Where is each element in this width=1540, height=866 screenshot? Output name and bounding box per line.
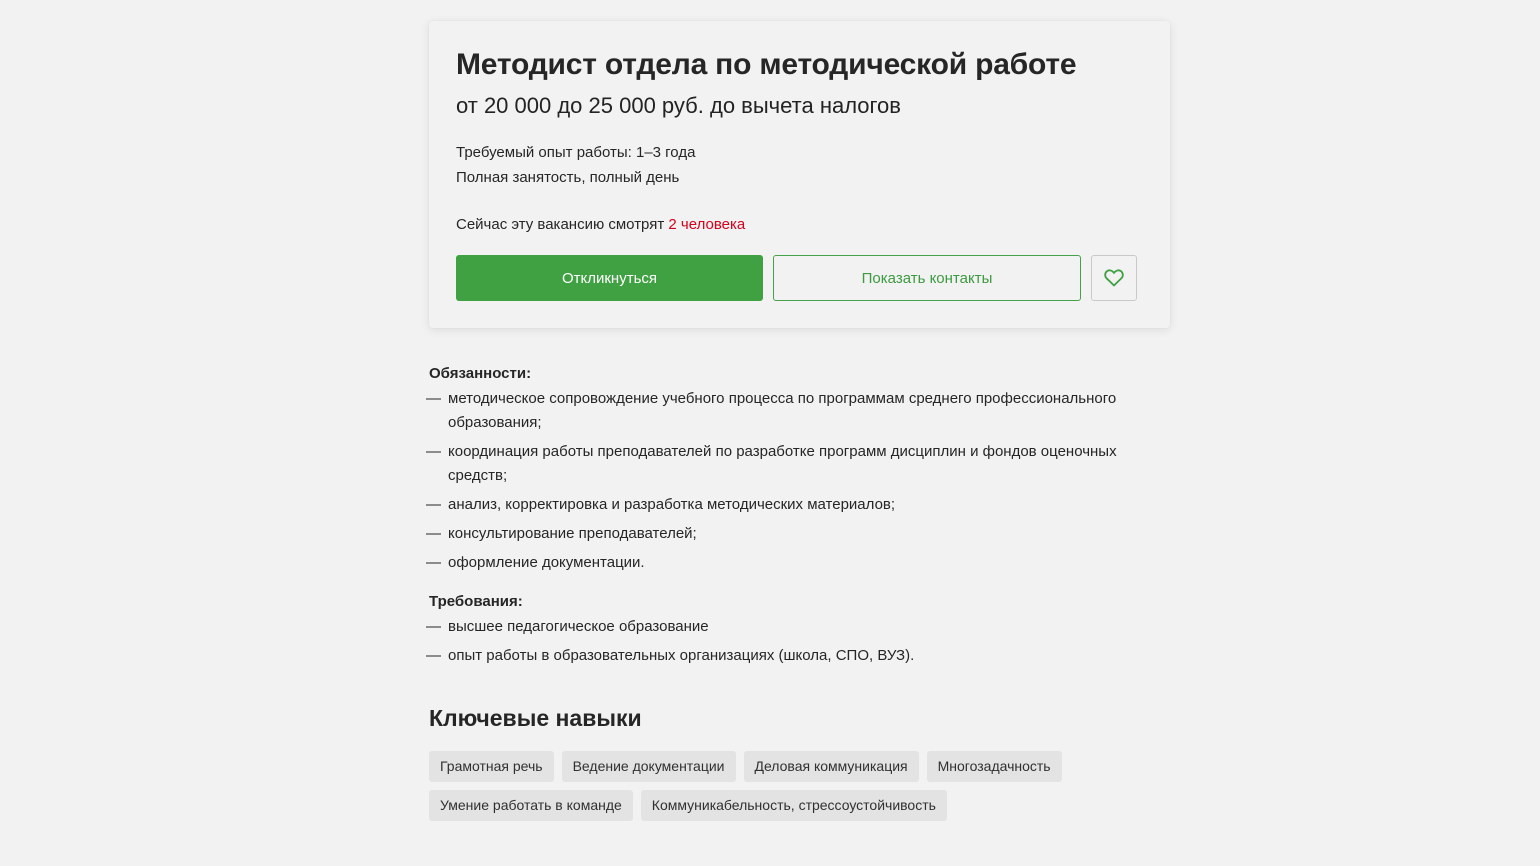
dash-bullet: — xyxy=(426,554,441,571)
skill-tag: Ведение документации xyxy=(561,751,736,782)
vacancy-meta: Требуемый опыт работы: 1–3 года Полная з… xyxy=(456,140,1143,190)
responsibilities-list: — методическое сопровождение учебного про… xyxy=(426,387,1149,575)
list-item: — методическое сопровождение учебного про… xyxy=(426,387,1149,435)
watching-prefix: Сейчас эту вакансию смотрят xyxy=(456,216,669,233)
list-item-text: координация работы преподавателей по раз… xyxy=(448,443,1117,484)
list-item: — консультирование преподавателей; xyxy=(426,522,1149,546)
list-item-text: анализ, корректировка и разработка метод… xyxy=(448,496,896,513)
dash-bullet: — xyxy=(426,496,441,513)
list-item: — координация работы преподавателей по ра… xyxy=(426,440,1149,488)
vacancy-page: Методист отдела по методической работе о… xyxy=(0,0,1540,866)
list-item-text: оформление документации. xyxy=(448,554,645,571)
watching-count: 2 человека xyxy=(668,216,746,233)
vacancy-actions: Откликнуться Показать контакты xyxy=(456,255,1137,301)
requirements-list: — высшее педагогическое образование — опыт… xyxy=(426,615,1149,668)
skill-tag: Многозадачность xyxy=(926,751,1062,782)
list-item: — анализ, корректировка и разработка мето… xyxy=(426,493,1149,517)
responsibilities-heading: Обязанности: xyxy=(429,365,532,382)
dash-bullet: — xyxy=(426,390,441,407)
vacancy-header-card: Методист отдела по методической работе о… xyxy=(429,21,1170,328)
list-item-text: высшее педагогическое образование xyxy=(448,618,709,635)
list-item: — высшее педагогическое образование xyxy=(426,615,1149,639)
list-item-text: консультирование преподавателей; xyxy=(448,525,697,542)
list-item: — опыт работы в образовательных организац… xyxy=(426,644,1149,668)
respond-button[interactable]: Откликнуться xyxy=(456,255,763,301)
requirements-heading: Требования: xyxy=(429,593,523,610)
vacancy-description: Обязанности: — методическое сопровождение… xyxy=(426,363,1149,673)
list-item: — оформление документации. xyxy=(426,551,1149,575)
skill-tag: Грамотная речь xyxy=(429,751,554,782)
watching-now: Сейчас эту вакансию смотрят 2 человека xyxy=(456,215,1143,235)
dash-bullet: — xyxy=(426,647,441,664)
salary: от 20 000 до 25 000 руб. до вычета налог… xyxy=(456,93,901,118)
heart-icon xyxy=(1104,269,1124,287)
employment-type: Полная занятость, полный день xyxy=(456,169,680,186)
skill-tag: Деловая коммуникация xyxy=(743,751,919,782)
list-item-text: методическое сопровождение учебного проц… xyxy=(448,390,1117,431)
list-item-text: опыт работы в образовательных организаци… xyxy=(448,647,915,664)
dash-bullet: — xyxy=(426,443,441,460)
experience-requirement: Требуемый опыт работы: 1–3 года xyxy=(456,144,696,161)
key-skills-title: Ключевые навыки xyxy=(429,705,642,731)
vacancy-title: Методист отдела по методической работе xyxy=(456,48,1077,81)
dash-bullet: — xyxy=(426,525,441,542)
show-contacts-button[interactable]: Показать контакты xyxy=(773,255,1081,301)
skill-tag: Умение работать в команде xyxy=(429,790,633,821)
favorite-button[interactable] xyxy=(1091,255,1137,301)
skill-tag: Коммуникабельность, стрессоустойчивость xyxy=(640,790,947,821)
dash-bullet: — xyxy=(426,618,441,635)
key-skills-list: Грамотная речь Ведение документации Дело… xyxy=(429,751,1129,821)
